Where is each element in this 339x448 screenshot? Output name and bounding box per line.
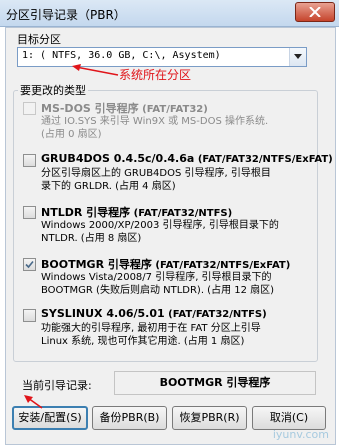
msdos-title: MS-DOS 引导程序 (FAT/FAT32) [41,102,208,115]
checkmark-icon [25,260,34,269]
chevron-down-icon [294,54,302,59]
ntldr-title: NTLDR 引导程序 (FAT/FAT32/NTFS) [41,206,233,219]
bootmgr-description: Windows Vista/2008/7 引导程序, 引导根目录下的 BOOTM… [41,272,275,296]
bootmgr-title: BOOTMGR 引导程序 (FAT/FAT32/NTFS/ExFAT) [41,258,291,271]
close-icon [309,7,321,17]
annotation-arrow [72,64,119,76]
annotation-text: 系统所在分区 [119,68,192,82]
grub4dos-title: GRUB4DOS 0.4.5c/0.4.6a (FAT/FAT32/NTFS/E… [41,152,333,165]
syslinux-description: 功能强大的引导程序, 最初用于在 FAT 分区上引导 Linux 系统, 现也可… [41,323,261,347]
backup-button[interactable]: 备份PBR(B) [92,406,167,430]
pointer-arrow [24,395,43,409]
ntldr-checkbox[interactable] [23,206,36,219]
cancel-button[interactable]: 取消(C) [252,406,326,430]
option-msdos[interactable]: MS-DOS 引导程序 (FAT/FAT32) 通过 IO.SYS 来引导 Wi… [23,100,313,140]
syslinux-title: SYSLINUX 4.06/5.01 (FAT/FAT32/NTFS) [41,307,267,320]
msdos-description: 通过 IO.SYS 来引导 Win9X 或 MS-DOS 操作系统. (占用 0… [41,116,269,140]
boot-type-group-label: 要更改的类型 [18,82,88,98]
dropdown-button[interactable] [289,48,306,66]
grub4dos-checkbox[interactable] [23,154,36,167]
msdos-checkbox[interactable] [23,102,36,115]
target-partition-select[interactable]: 1: ( NTFS, 36.0 GB, C:\, Asystem) [17,47,307,67]
current-record-value: BOOTMGR 引导程序 [114,371,316,395]
window-title: 分区引导记录（PBR） [6,8,126,22]
close-button[interactable] [295,2,335,22]
option-ntldr[interactable]: NTLDR 引导程序 (FAT/FAT32/NTFS) Windows 2000… [23,204,313,244]
syslinux-checkbox[interactable] [23,309,36,322]
current-record-label: 当前引导记录: [22,379,92,392]
watermark: iyunv.com [272,428,329,441]
option-grub4dos[interactable]: GRUB4DOS 0.4.5c/0.4.6a (FAT/FAT32/NTFS/E… [23,152,333,192]
bootmgr-checkbox[interactable] [23,258,36,271]
restore-button[interactable]: 恢复PBR(R) [172,406,247,430]
option-bootmgr[interactable]: BOOTMGR 引导程序 (FAT/FAT32/NTFS/ExFAT) Wind… [23,256,313,296]
target-partition-label: 目标分区 [17,33,61,46]
grub4dos-description: 分区引导扇区上的 GRUB4DOS 引导程序, 引导根目 录下的 GRLDR. … [41,168,271,192]
option-syslinux[interactable]: SYSLINUX 4.06/5.01 (FAT/FAT32/NTFS) 功能强大… [23,307,313,347]
target-partition-value: 1: ( NTFS, 36.0 GB, C:\, Asystem) [22,50,221,61]
ntldr-description: Windows 2000/XP/2003 引导程序, 引导根目录下的 NTLDR… [41,220,279,244]
title-bar: 分区引导记录（PBR） [0,0,339,27]
